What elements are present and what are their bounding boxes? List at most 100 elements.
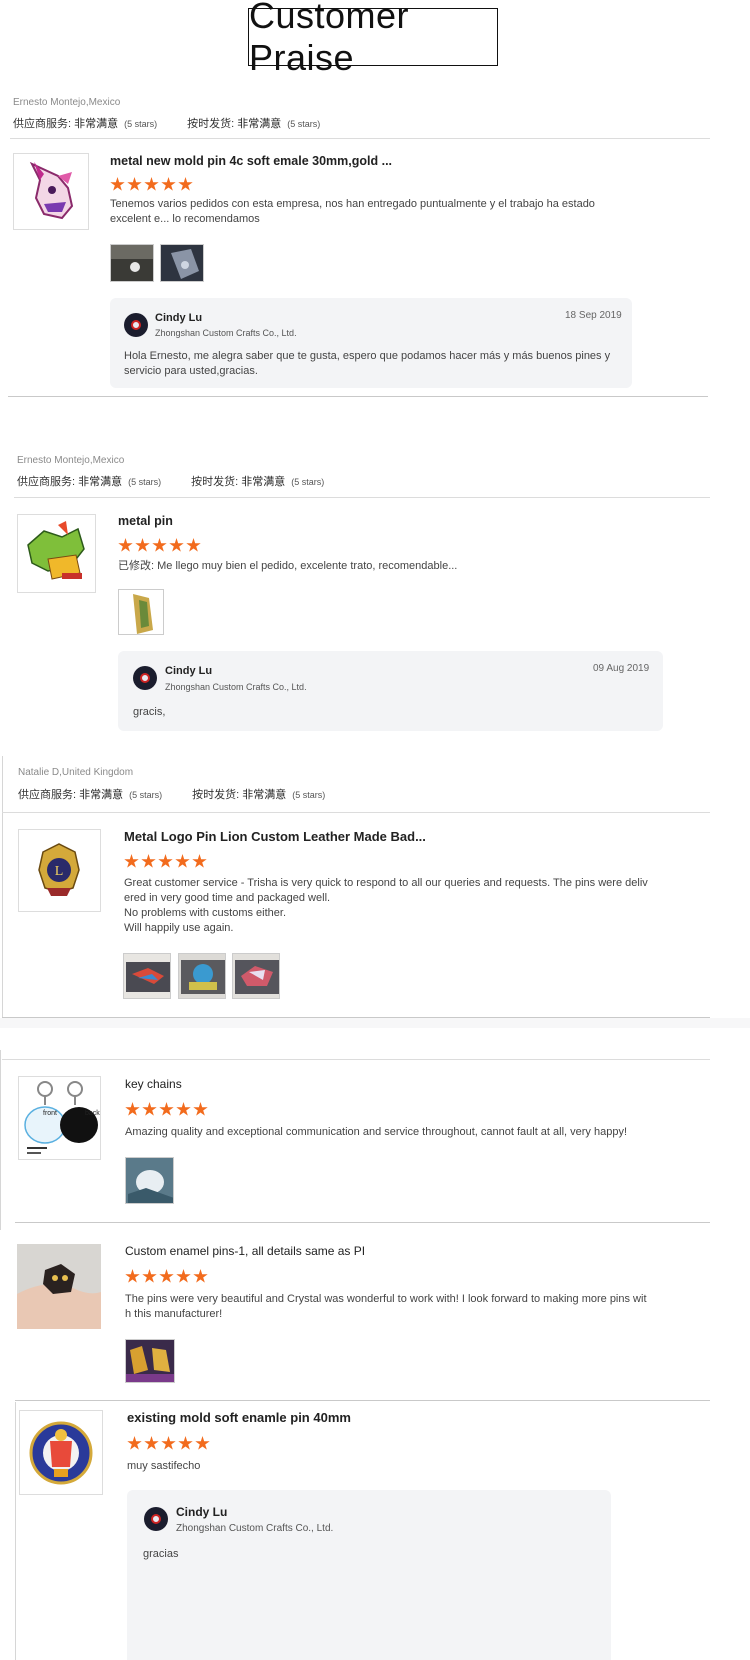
star-rating (125, 1269, 208, 1284)
review-text-line: ered in very good time and packaged well… (124, 892, 331, 904)
star-icon (186, 538, 201, 552)
reply-name: Cindy Lu (176, 1505, 228, 1519)
divider (10, 138, 710, 139)
photo-image (233, 954, 279, 998)
back-label: back (85, 1110, 100, 1117)
product-thumbnail[interactable] (17, 1244, 101, 1329)
star-icon (176, 1269, 191, 1283)
review-text-line: No problems with customs either. (124, 907, 287, 919)
star-icon (161, 1436, 176, 1450)
product-title[interactable]: metal pin (118, 514, 173, 528)
edited-label: 已修改: (118, 560, 155, 572)
delivery-stars: (5 stars) (292, 790, 326, 800)
seller-avatar (144, 1507, 168, 1531)
review-photo[interactable] (232, 953, 280, 999)
reply-date: 09 Aug 2019 (593, 663, 650, 674)
star-icon (195, 1436, 210, 1450)
seller-reply: Cindy Lu Zhongshan Custom Crafts Co., Lt… (127, 1490, 611, 1660)
star-rating (124, 854, 207, 869)
star-icon (169, 538, 184, 552)
review-photo[interactable] (160, 244, 204, 282)
star-icon (142, 1269, 157, 1283)
review-text-body: Me llego muy bien el pedido, excelente t… (157, 560, 458, 572)
star-icon (125, 1269, 140, 1283)
border-left (2, 756, 3, 1018)
delivery-value: 非常满意 (242, 789, 287, 801)
star-icon (193, 1102, 208, 1116)
delivery-stars: (5 stars) (291, 477, 325, 487)
reply-name: Cindy Lu (155, 312, 203, 324)
star-icon (141, 854, 156, 868)
photo-image (126, 1340, 174, 1382)
star-icon (127, 1436, 142, 1450)
review-photo[interactable] (125, 1339, 175, 1383)
review-photo[interactable] (118, 589, 164, 635)
star-icon (178, 177, 193, 191)
map-pin-image (18, 515, 95, 592)
star-icon (158, 854, 173, 868)
delivery-label: 按时发货: (191, 476, 239, 488)
service-label: 供应商服务: (18, 789, 77, 801)
star-icon (144, 1436, 159, 1450)
star-rating (127, 1436, 210, 1451)
review-text-line: The pins were very beautiful and Crystal… (125, 1293, 647, 1305)
review-text: muy sastifecho (127, 1460, 201, 1472)
service-value: 非常满意 (79, 789, 124, 801)
review-text: Tenemos varios pedidos con esta empresa,… (110, 198, 595, 225)
star-icon (161, 177, 176, 191)
product-title[interactable]: metal new mold pin 4c soft emale 30mm,go… (110, 154, 392, 168)
star-icon (159, 1269, 174, 1283)
soft-enamel-pin-image (20, 1411, 102, 1494)
reply-company: Zhongshan Custom Crafts Co., Ltd. (165, 682, 307, 692)
review-photo[interactable] (125, 1157, 174, 1204)
divider (15, 1222, 710, 1223)
product-thumbnail[interactable] (17, 514, 96, 593)
reviewer-name: Natalie D,United Kingdom (18, 767, 134, 778)
service-stars: (5 stars) (129, 790, 163, 800)
review-photo[interactable] (178, 953, 226, 999)
divider (8, 396, 708, 397)
product-thumbnail[interactable]: L (18, 829, 101, 912)
star-rating (125, 1102, 208, 1117)
delivery-label: 按时发货: (187, 118, 235, 130)
border-left (0, 1050, 1, 1230)
enamel-pin-image (17, 1244, 101, 1329)
seller-reply: Cindy Lu Zhongshan Custom Crafts Co., Lt… (118, 651, 663, 731)
star-icon (193, 1269, 208, 1283)
product-title[interactable]: Custom enamel pins-1, all details same a… (125, 1244, 365, 1258)
photo-image (179, 954, 225, 998)
star-icon (110, 177, 125, 191)
delivery-label: 按时发货: (192, 789, 240, 801)
delivery-value: 非常满意 (237, 118, 282, 130)
svg-text:L: L (55, 864, 64, 879)
border-left (15, 1402, 16, 1660)
product-thumbnail[interactable]: front back (18, 1076, 101, 1160)
product-title[interactable]: existing mold soft enamle pin 40mm (127, 1410, 351, 1425)
service-value: 非常满意 (74, 118, 119, 130)
service-label: 供应商服务: (13, 118, 72, 130)
product-title[interactable]: Metal Logo Pin Lion Custom Leather Made … (124, 829, 426, 844)
delivery-value: 非常满意 (241, 476, 286, 488)
service-label: 供应商服务: (17, 476, 76, 488)
star-icon (176, 1102, 191, 1116)
star-rating (118, 538, 201, 553)
divider (2, 812, 710, 813)
page-title: Customer Praise (248, 0, 498, 78)
star-rating (110, 177, 193, 192)
star-icon (178, 1436, 193, 1450)
review-text-line: Great customer service - Trisha is very … (124, 877, 648, 889)
reviewer-name: Ernesto Montejo,Mexico (17, 455, 125, 466)
photo-image (124, 954, 170, 998)
product-title[interactable]: key chains (125, 1077, 182, 1091)
product-thumbnail[interactable] (13, 153, 89, 230)
review-photo[interactable] (110, 244, 154, 282)
review-photo[interactable] (123, 953, 171, 999)
product-thumbnail[interactable] (19, 1410, 103, 1495)
seller-reply: Cindy Lu Zhongshan Custom Crafts Co., Lt… (110, 298, 632, 388)
rating-summary: 供应商服务: 非常满意 (5 stars) 按时发货: 非常满意 (5 stars) (17, 473, 324, 489)
reply-company: Zhongshan Custom Crafts Co., Ltd. (176, 1523, 334, 1534)
rating-summary: 供应商服务: 非常满意 (5 stars) 按时发货: 非常满意 (5 stars) (13, 115, 320, 131)
section-gap (0, 1018, 750, 1028)
unicorn-pin-image (14, 154, 88, 229)
star-icon (152, 538, 167, 552)
